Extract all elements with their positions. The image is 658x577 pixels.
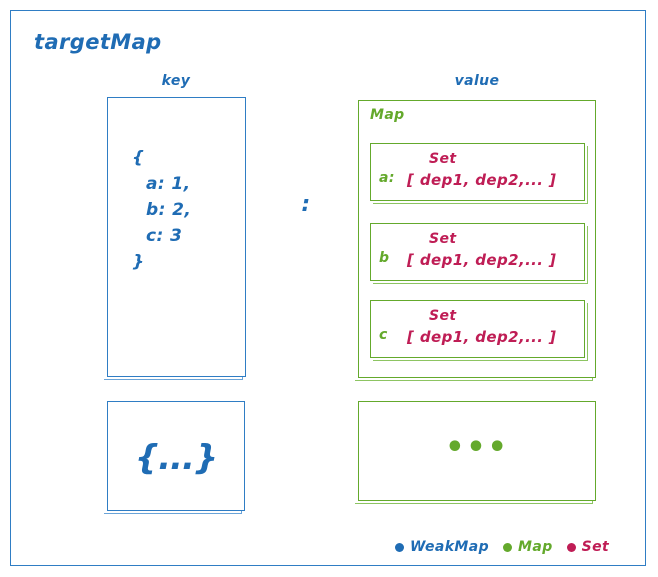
set-row-key: a: bbox=[379, 170, 395, 186]
page-title: targetMap bbox=[34, 30, 162, 54]
diagram-canvas: targetMap key value {a: 1, b: 2, c: 3} : M… bbox=[0, 0, 658, 577]
set-row: c Set [ dep1, dep2,... ] bbox=[370, 300, 585, 358]
set-row-key: c bbox=[379, 327, 388, 343]
set-items: [ dep1, dep2,... ] bbox=[407, 251, 557, 269]
legend-dot-icon bbox=[395, 542, 404, 552]
set-row: a: Set [ dep1, dep2,... ] bbox=[370, 143, 585, 201]
legend-item-map: Map bbox=[503, 539, 553, 555]
set-items: [ dep1, dep2,... ] bbox=[407, 171, 557, 189]
set-row-key: b bbox=[379, 250, 390, 266]
key-more-glyph: {...} bbox=[134, 438, 218, 478]
key-object-literal: {a: 1, b: 2, c: 3} bbox=[132, 145, 191, 275]
set-row: b Set [ dep1, dep2,... ] bbox=[370, 223, 585, 281]
set-type-label: Set bbox=[429, 151, 457, 167]
key-line-close: } bbox=[132, 252, 145, 272]
value-more-glyph: ••• bbox=[445, 430, 509, 465]
legend-label: Map bbox=[518, 539, 553, 555]
legend-dot-icon bbox=[503, 542, 513, 552]
column-header-value: value bbox=[454, 73, 500, 89]
value-more-box: ••• bbox=[358, 401, 596, 501]
key-line-b: b: 2, bbox=[146, 200, 192, 220]
key-line-c: c: 3 bbox=[146, 226, 183, 246]
map-label: Map bbox=[370, 107, 405, 123]
legend-item-weakmap: WeakMap bbox=[395, 539, 489, 555]
legend-item-set: Set bbox=[566, 539, 610, 555]
column-header-key: key bbox=[161, 73, 191, 89]
set-type-label: Set bbox=[429, 308, 457, 324]
key-value-separator: : bbox=[301, 192, 311, 217]
legend-label: WeakMap bbox=[410, 539, 490, 555]
set-items: [ dep1, dep2,... ] bbox=[407, 328, 557, 346]
key-line-a: a: 1, bbox=[146, 174, 191, 194]
key-line-open: { bbox=[132, 148, 145, 168]
legend-dot-icon bbox=[566, 542, 576, 552]
key-more-box: {...} bbox=[107, 401, 245, 511]
legend-label: Set bbox=[581, 539, 610, 555]
legend: WeakMap Map Set bbox=[395, 539, 609, 555]
set-type-label: Set bbox=[429, 231, 457, 247]
